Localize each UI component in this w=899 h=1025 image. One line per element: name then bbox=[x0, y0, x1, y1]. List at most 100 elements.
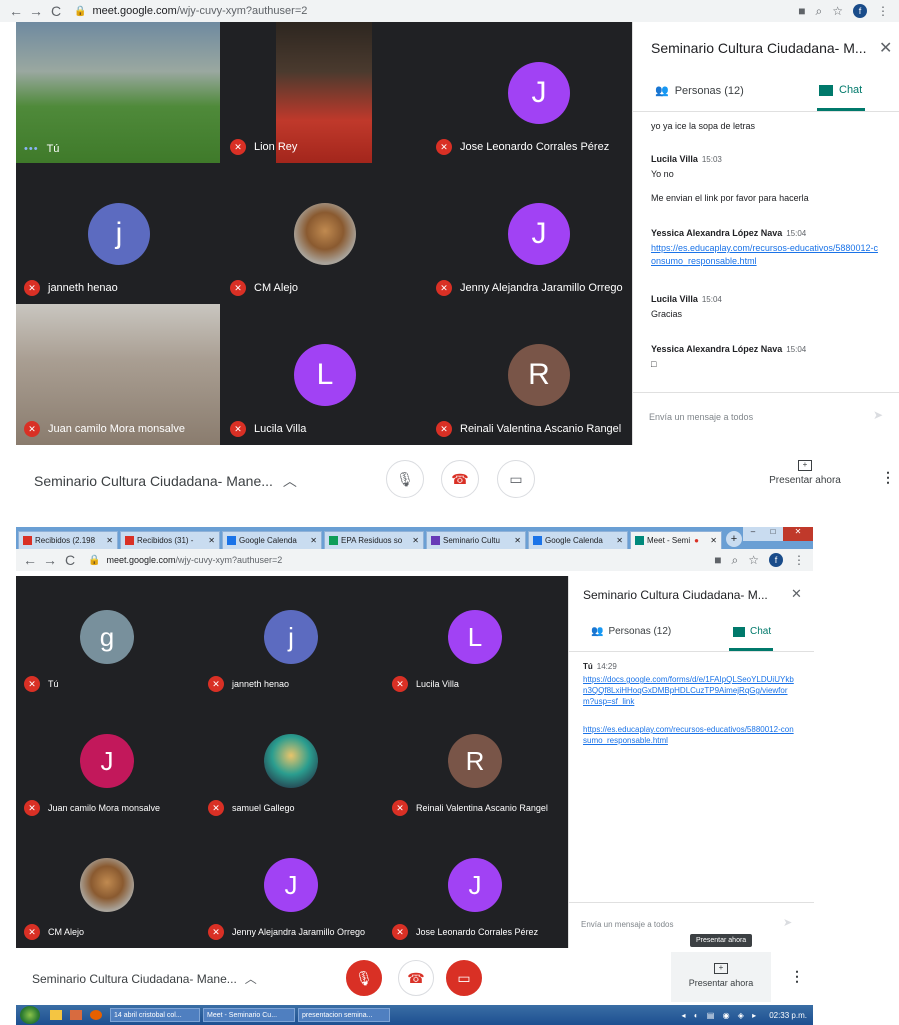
video-tile[interactable]: L ✕ Lucila Villa bbox=[222, 304, 426, 445]
present-now-button[interactable]: + Presentar ahora bbox=[671, 952, 771, 1002]
hangup-button[interactable]: ☎ bbox=[398, 960, 434, 996]
close-tab-icon[interactable]: ✕ bbox=[103, 536, 113, 545]
mic-off-icon: ✕ bbox=[24, 280, 40, 296]
start-button[interactable] bbox=[20, 1006, 40, 1024]
browser-tab[interactable]: EPA Residuos so ✕ bbox=[324, 531, 424, 549]
chevron-up-icon[interactable]: ︿ bbox=[245, 972, 257, 986]
send-icon[interactable]: ➤ bbox=[783, 916, 792, 929]
chat-link[interactable]: https://es.educaplay.com/recursos-educat… bbox=[651, 242, 881, 268]
browser-tab[interactable]: Google Calenda ✕ bbox=[528, 531, 628, 549]
video-tile[interactable]: J ✕ Jenny Alejandra Jaramillo Orrego bbox=[428, 163, 632, 304]
star-icon[interactable]: ☆ bbox=[832, 4, 843, 18]
url-field[interactable]: meet.google.com/wjy-cuvy-xym?authuser=2 bbox=[106, 555, 282, 565]
video-tile[interactable]: j ✕ janneth henao bbox=[16, 163, 220, 304]
meeting-title[interactable]: Seminario Cultura Ciudadana- Mane... ︿ bbox=[34, 471, 297, 491]
send-icon[interactable]: ➤ bbox=[873, 408, 883, 422]
camera-icon[interactable]: ■ bbox=[798, 4, 805, 18]
close-tab-icon[interactable]: ✕ bbox=[205, 536, 215, 545]
present-now-button[interactable]: + Presentar ahora bbox=[760, 459, 850, 486]
star-icon[interactable]: ☆ bbox=[748, 553, 759, 567]
taskbar-item[interactable]: Meet - Seminario Cu... bbox=[203, 1008, 295, 1022]
taskbar-item[interactable]: 14 abril cristobal col... bbox=[110, 1008, 200, 1022]
minimize-button[interactable]: – bbox=[743, 527, 763, 541]
close-tab-icon[interactable]: ✕ bbox=[613, 536, 623, 545]
video-tile[interactable]: R ✕ Reinali Valentina Ascanio Rangel bbox=[384, 700, 568, 824]
close-icon[interactable]: ✕ bbox=[791, 586, 802, 602]
video-tile[interactable]: ••• Tú bbox=[16, 22, 220, 163]
clock: 02:33 p.m. bbox=[769, 1010, 807, 1020]
url-field[interactable]: meet.google.com/wjy-cuvy-xym?authuser=2 bbox=[92, 5, 307, 17]
back-icon[interactable]: ← bbox=[6, 3, 26, 19]
mic-off-button[interactable]: 🎙 bbox=[346, 960, 382, 996]
panel-title: Seminario Cultura Ciudadana- M... bbox=[583, 588, 768, 602]
media-icon[interactable] bbox=[70, 1010, 82, 1020]
video-tile[interactable]: J ✕ Juan camilo Mora monsalve bbox=[16, 700, 200, 824]
participant-name: janneth henao bbox=[48, 282, 118, 294]
mic-off-icon: ✕ bbox=[208, 924, 224, 940]
forward-icon[interactable]: → bbox=[26, 3, 46, 19]
firefox-icon[interactable] bbox=[90, 1010, 102, 1020]
chat-link[interactable]: https://es.educaplay.com/recursos-educat… bbox=[583, 724, 797, 746]
chevron-up-icon[interactable]: ︿ bbox=[283, 473, 297, 489]
explorer-icon[interactable] bbox=[50, 1010, 62, 1020]
video-tile[interactable]: ✕ Juan camilo Mora monsalve bbox=[16, 304, 220, 445]
video-tile[interactable]: j ✕ janneth henao bbox=[200, 576, 384, 700]
close-tab-icon[interactable]: ✕ bbox=[307, 536, 317, 545]
back-icon[interactable]: ← bbox=[20, 552, 40, 568]
browser-tab[interactable]: Recibidos (31) - ✕ bbox=[120, 531, 220, 549]
close-window-button[interactable]: ✕ bbox=[783, 527, 813, 541]
tab-chat[interactable]: Chat bbox=[819, 84, 862, 96]
close-tab-icon[interactable]: ✕ bbox=[707, 536, 717, 545]
chat-input[interactable]: Envía un mensaje a todos bbox=[581, 920, 674, 929]
reload-icon[interactable]: C bbox=[46, 3, 66, 19]
participant-name: Tú bbox=[48, 679, 59, 689]
more-options-icon[interactable]: ⋮ bbox=[881, 469, 895, 486]
video-tile[interactable]: ✕ CM Alejo bbox=[222, 163, 426, 304]
chat-author: Yessica Alexandra López Nava 15:04 bbox=[651, 344, 807, 354]
close-tab-icon[interactable]: ✕ bbox=[409, 536, 419, 545]
mic-button[interactable]: 🎙 bbox=[386, 460, 424, 498]
close-tab-icon[interactable]: ✕ bbox=[511, 536, 521, 545]
tab-people[interactable]: 👥 Personas (12) bbox=[655, 84, 744, 98]
browser-tab[interactable]: Seminario Cultu ✕ bbox=[426, 531, 526, 549]
video-tile[interactable]: J ✕ Jose Leonardo Corrales Pérez bbox=[428, 22, 632, 163]
video-tile[interactable]: L ✕ Lucila Villa bbox=[384, 576, 568, 700]
tab-people[interactable]: 👥 Personas (12) bbox=[591, 626, 671, 637]
camera-button[interactable]: ▭ bbox=[497, 460, 535, 498]
video-tile[interactable]: g ✕ Tú bbox=[16, 576, 200, 700]
new-tab-button[interactable]: + bbox=[726, 531, 742, 547]
maximize-button[interactable]: □ bbox=[763, 527, 783, 541]
forward-icon[interactable]: → bbox=[40, 552, 60, 568]
browser-tab-active[interactable]: Meet - Semi ● ✕ bbox=[630, 531, 722, 549]
more-options-icon[interactable]: ⋮ bbox=[790, 968, 804, 985]
meeting-title[interactable]: Seminario Cultura Ciudadana- Mane... ︿ bbox=[32, 970, 257, 987]
profile-avatar[interactable]: f bbox=[769, 553, 783, 567]
chat-input[interactable]: Envía un mensaje a todos bbox=[649, 412, 753, 422]
tray-icons[interactable]: ◂ ◐ ▤ ◉ ◈ ▸ bbox=[682, 1011, 760, 1020]
browser-tab[interactable]: Google Calenda ✕ bbox=[222, 531, 322, 549]
profile-avatar[interactable]: f bbox=[853, 4, 867, 18]
close-icon[interactable]: ✕ bbox=[879, 38, 892, 58]
hangup-button[interactable]: ☎ bbox=[441, 460, 479, 498]
windows-taskbar: 14 abril cristobal col... Meet - Seminar… bbox=[16, 1005, 813, 1025]
zoom-icon[interactable]: ⌕ bbox=[732, 553, 739, 568]
video-tile[interactable]: ✕ Lion Rey bbox=[222, 22, 426, 163]
taskbar-item[interactable]: presentacion semina... bbox=[298, 1008, 390, 1022]
video-tile[interactable]: J ✕ Jose Leonardo Corrales Pérez bbox=[384, 824, 568, 948]
video-tile[interactable]: ✕ CM Alejo bbox=[16, 824, 200, 948]
zoom-icon[interactable]: ⌕ bbox=[816, 4, 823, 19]
tab-chat[interactable]: Chat bbox=[733, 626, 771, 637]
menu-icon[interactable]: ⋮ bbox=[793, 553, 805, 567]
video-tile[interactable]: R ✕ Reinali Valentina Ascanio Rangel bbox=[428, 304, 632, 445]
video-tile[interactable]: ✕ samuel Gallego bbox=[200, 700, 384, 824]
calendar-icon bbox=[533, 536, 542, 545]
chat-link[interactable]: https://docs.google.com/forms/d/e/1FAIpQ… bbox=[583, 674, 797, 707]
participant-avatar: J bbox=[80, 734, 134, 788]
browser-tab[interactable]: Recibidos (2.198 ✕ bbox=[18, 531, 118, 549]
participant-name: CM Alejo bbox=[48, 927, 85, 937]
camera-icon[interactable]: ■ bbox=[714, 553, 721, 567]
video-tile[interactable]: J ✕ Jenny Alejandra Jaramillo Orrego bbox=[200, 824, 384, 948]
camera-off-button[interactable]: ▭ bbox=[446, 960, 482, 996]
menu-icon[interactable]: ⋮ bbox=[877, 4, 889, 18]
reload-icon[interactable]: C bbox=[60, 552, 80, 568]
